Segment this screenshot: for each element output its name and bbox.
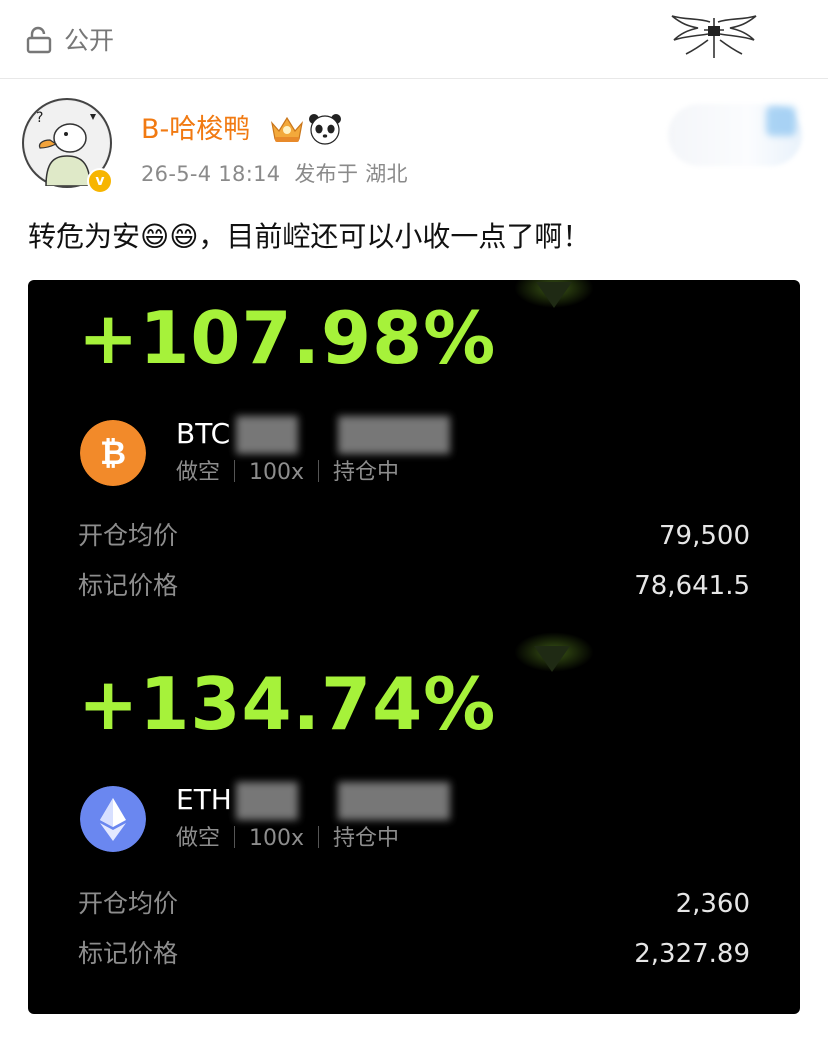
direction-tag: 做空	[176, 826, 221, 851]
open-price-value: 79,500	[659, 521, 750, 551]
redacted-block	[338, 416, 450, 454]
redacted-block	[236, 416, 298, 454]
position-tags: 做空 100x 持仓中	[176, 824, 399, 854]
post-meta: 26-5-4 18:14 发布于 湖北	[141, 162, 408, 186]
trade-screenshot-image[interactable]: +107.98% ₿ BTC 做空 100x 持仓中 开仓均价 79,500 标记价…	[28, 280, 800, 1014]
bitcoin-icon: ₿	[80, 420, 146, 486]
pnl-percent: +134.74%	[78, 662, 497, 746]
svg-text:?: ?	[36, 110, 43, 126]
username[interactable]: B-哈梭鸭	[141, 113, 250, 147]
status-tag: 持仓中	[333, 826, 400, 851]
mark-price-value: 2,327.89	[634, 939, 750, 969]
ethereum-icon	[80, 786, 146, 852]
panda-emoji-icon	[309, 114, 341, 145]
top-bar: 公开	[0, 0, 828, 79]
winged-cross-emblem-icon	[671, 15, 757, 58]
position-tags: 做空 100x 持仓中	[176, 458, 399, 488]
post-text: 转危为安😄😄，目前崆还可以小收一点了啊！	[28, 220, 591, 253]
follow-button[interactable]	[668, 104, 802, 166]
verified-badge-icon: v	[87, 168, 113, 194]
triangle-decoration	[534, 646, 570, 672]
pnl-percent: +107.98%	[78, 296, 497, 380]
coin-name: BTC	[176, 417, 231, 450]
coin-name: ETH	[176, 783, 232, 816]
vip-crown-icon[interactable]	[269, 113, 305, 145]
redacted-block	[236, 782, 298, 820]
mark-price-label: 标记价格	[78, 571, 179, 600]
svg-text:₿: ₿	[100, 434, 126, 472]
triangle-decoration	[536, 282, 572, 308]
status-tag: 持仓中	[333, 460, 400, 485]
open-price-label: 开仓均价	[78, 521, 179, 550]
leverage-tag: 100x	[249, 460, 305, 485]
direction-tag: 做空	[176, 460, 221, 485]
open-price-value: 2,360	[675, 889, 750, 919]
lock-open-icon[interactable]	[26, 26, 52, 54]
visibility-label[interactable]: 公开	[64, 26, 114, 56]
redacted-block	[338, 782, 450, 820]
leverage-tag: 100x	[249, 826, 305, 851]
mark-price-label: 标记价格	[78, 939, 179, 968]
open-price-label: 开仓均价	[78, 889, 179, 918]
mark-price-value: 78,641.5	[634, 571, 750, 601]
